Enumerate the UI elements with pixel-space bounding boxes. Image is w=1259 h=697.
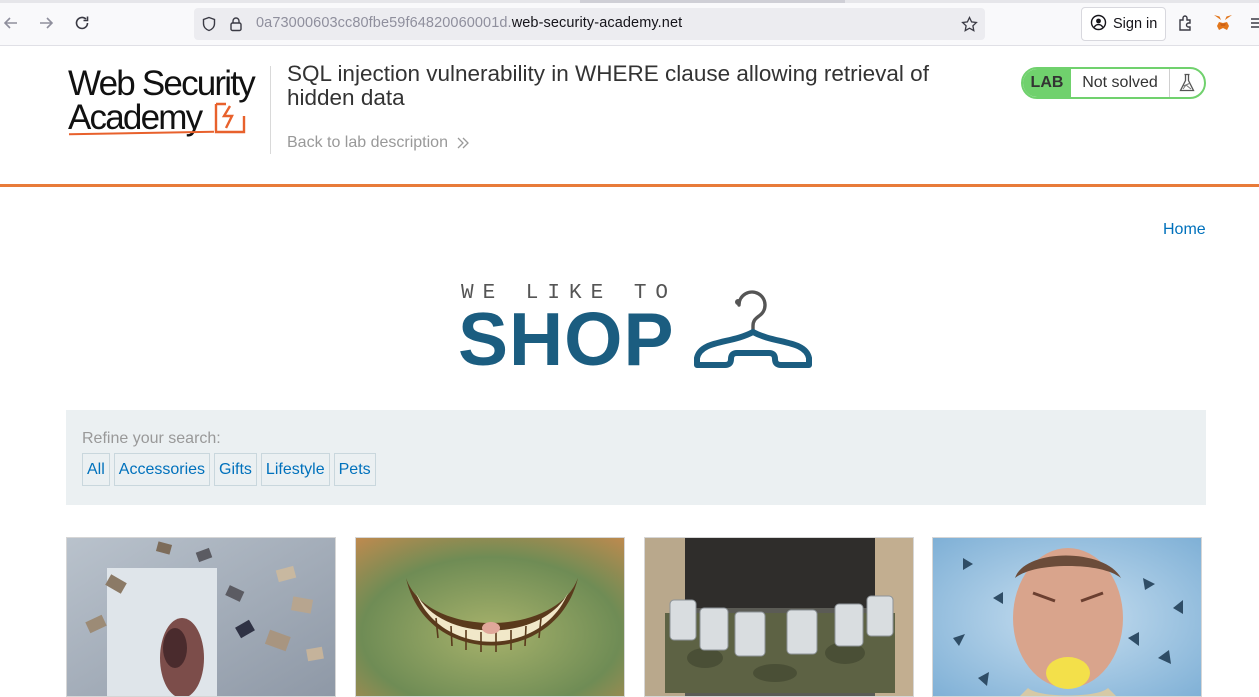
product-grid <box>66 537 1206 697</box>
reload-icon[interactable] <box>71 12 93 34</box>
back-to-lab-description-link[interactable]: Back to lab description <box>287 134 470 152</box>
man-biting-lemon-image <box>933 538 1201 696</box>
product-card[interactable] <box>66 537 336 697</box>
star-icon[interactable] <box>960 15 978 33</box>
product-card[interactable] <box>932 537 1202 697</box>
tab-strip-edge <box>0 0 1259 3</box>
browser-toolbar: 0a73000603cc80fbe59f64820060001d.web-sec… <box>0 0 1259 46</box>
lock-icon[interactable] <box>227 15 245 33</box>
shop-logo-word: SHOP <box>458 297 675 381</box>
extensions-icon[interactable] <box>1176 13 1196 33</box>
lab-title: SQL injection vulnerability in WHERE cla… <box>287 61 929 110</box>
cheshire-grin-image <box>356 538 624 696</box>
url-subdomain: 0a73000603cc80fbe59f64820060001d. <box>256 15 512 31</box>
url-text[interactable]: 0a73000603cc80fbe59f64820060001d.web-sec… <box>256 15 682 31</box>
category-all[interactable]: All <box>82 453 110 486</box>
back-link-label: Back to lab description <box>287 134 448 151</box>
sign-in-label: Sign in <box>1113 16 1158 32</box>
metamask-fox-icon[interactable] <box>1213 13 1233 33</box>
menu-icon[interactable] <box>1248 13 1259 33</box>
flying-books-woman-image <box>67 538 335 696</box>
logo-line-1: Web Security <box>68 64 256 103</box>
flask-icon <box>1169 69 1204 97</box>
we-like-to-shop-logo: WE LIKE TO SHOP <box>458 280 818 380</box>
shield-icon[interactable] <box>200 15 218 33</box>
logo-lightning-icon <box>214 102 246 134</box>
beer-belt-image <box>645 538 913 696</box>
account-icon <box>1090 14 1107 35</box>
lab-badge: LAB <box>1023 69 1071 97</box>
filter-label: Refine your search: <box>82 430 221 447</box>
category-pets[interactable]: Pets <box>333 453 376 486</box>
back-arrow-icon[interactable] <box>0 12 22 34</box>
logo-line-2: Academy <box>68 98 203 137</box>
forward-arrow-icon[interactable] <box>35 12 57 34</box>
category-accessories[interactable]: Accessories <box>113 453 211 486</box>
clothes-hanger-icon <box>694 290 812 368</box>
home-link[interactable]: Home <box>1163 221 1206 239</box>
product-card[interactable] <box>644 537 914 697</box>
category-gifts[interactable]: Gifts <box>214 453 257 486</box>
header-divider <box>270 66 271 154</box>
lab-header: Web Security Academy SQL injection vulne… <box>0 46 1259 187</box>
category-lifestyle[interactable]: Lifestyle <box>260 453 330 486</box>
lab-status-widget: LAB Not solved <box>1021 67 1206 99</box>
web-security-academy-logo[interactable]: Web Security Academy <box>68 66 268 142</box>
url-domain: web-security-academy.net <box>511 15 683 31</box>
category-filters: All Accessories Gifts Lifestyle Pets <box>82 453 376 486</box>
lab-status-text: Not solved <box>1082 74 1158 91</box>
address-bar[interactable]: 0a73000603cc80fbe59f64820060001d.web-sec… <box>194 8 985 40</box>
double-chevron-right-icon <box>457 137 469 149</box>
filter-panel: Refine your search: All Accessories Gift… <box>66 410 1206 505</box>
product-card[interactable] <box>355 537 625 697</box>
sign-in-button[interactable]: Sign in <box>1081 7 1166 41</box>
